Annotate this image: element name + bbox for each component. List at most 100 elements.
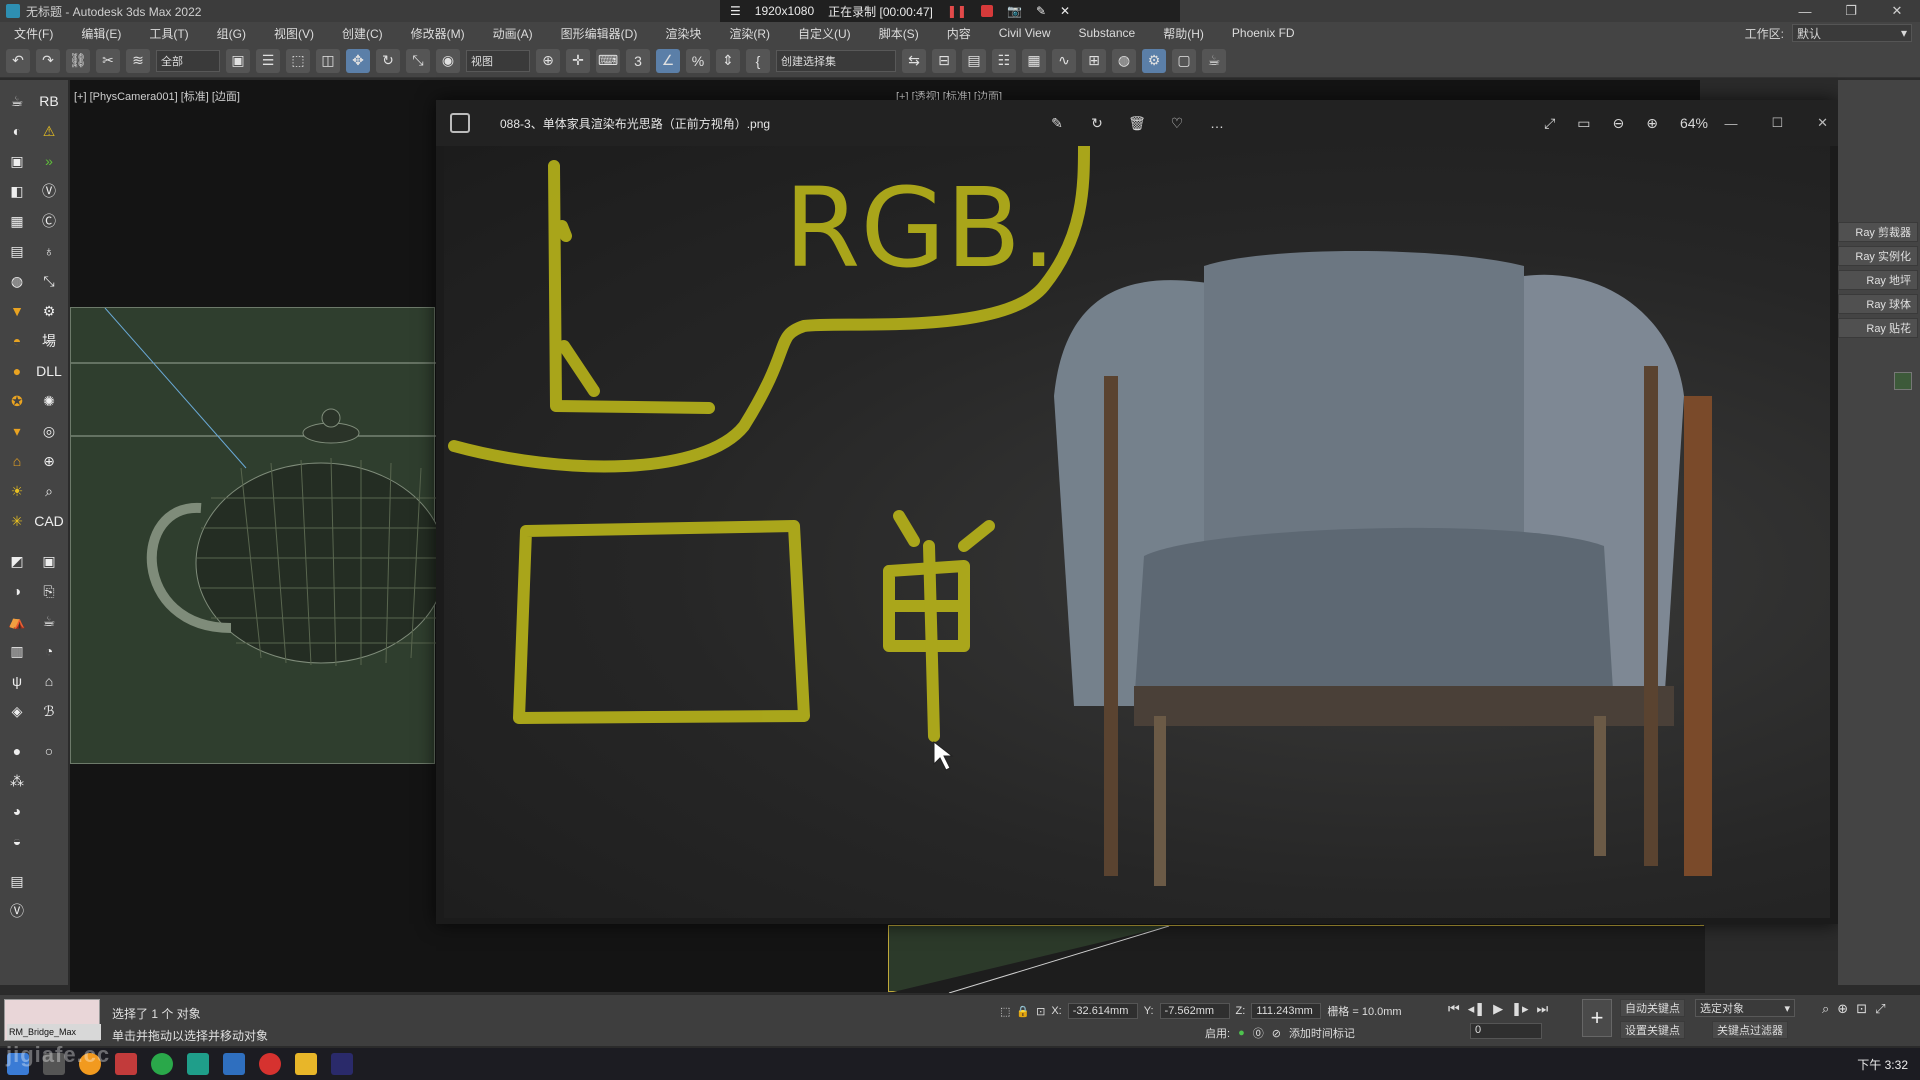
perspective-viewport-floor[interactable] [888,925,1705,994]
vray-instancer-item[interactable]: Ray 实例化 [1838,246,1918,266]
zoom-nav-icon[interactable]: ⌕ [1822,1001,1829,1017]
percent-snap-icon[interactable]: % [686,48,710,73]
next-frame-icon[interactable]: ❚▸ [1511,1001,1528,1017]
menu-content[interactable]: 内容 [933,25,985,42]
bulb-icon[interactable]: ♁ [36,238,62,264]
globe-icon[interactable]: ◐ [4,118,30,144]
viewer-close-icon[interactable]: ✕ [1817,115,1828,131]
maxscript-listener[interactable]: RM_Bridge_Max [4,999,101,1041]
double-chevron-icon[interactable]: » [36,148,62,174]
material-ball-icon[interactable]: ● [4,738,30,764]
vray-decal-item[interactable]: Ray 贴花 [1838,318,1918,338]
select-object-icon[interactable]: ▣ [226,48,250,73]
goto-end-icon[interactable]: ⏭ [1537,1001,1549,1017]
rendered-frame-icon[interactable]: ▢ [1172,48,1196,73]
menu-create[interactable]: 创建(C) [328,25,397,42]
recorder-icon[interactable] [259,1053,281,1075]
favorite-heart-icon[interactable]: ♡ [1168,114,1186,132]
menu-customize[interactable]: 自定义(U) [784,25,865,42]
menu-tools[interactable]: 工具(T) [135,25,202,42]
keyboard-shortcut-icon[interactable]: ⌨ [596,48,620,73]
color-swatch[interactable] [1894,372,1912,390]
ribbon-icon[interactable]: ▦ [1022,48,1046,73]
enable-zero-icon[interactable]: ⓪ [1253,1025,1264,1041]
stop-record-icon[interactable] [980,5,993,17]
bind-spacewarp-icon[interactable]: ≋ [126,48,150,73]
zoom-in-icon[interactable]: ⊕ [1646,115,1658,132]
viewer-minimize-icon[interactable]: — [1724,116,1737,131]
render-frame-icon[interactable]: ▦ [4,208,30,234]
menu-edit[interactable]: 编辑(E) [67,25,135,42]
b-icon[interactable]: ℬ [36,698,62,724]
vray-sphere-item[interactable]: Ray 球体 [1838,294,1918,314]
proxy-icon[interactable]: ◩ [4,548,30,574]
box-icon[interactable]: ▣ [4,148,30,174]
undo-icon[interactable]: ↶ [6,48,30,73]
mirror-icon[interactable]: ⇆ [902,48,926,73]
menu-scripting[interactable]: 脚本(S) [865,25,933,42]
scale-icon[interactable]: ⤡ [406,48,430,73]
fullscreen-icon[interactable]: ⤢ [1544,115,1555,132]
zoom-all-icon[interactable]: ⊕ [1837,1001,1848,1017]
place-icon[interactable]: ◉ [436,48,460,73]
set-key-button[interactable]: 设置关键点 [1620,1021,1685,1039]
frame-icon[interactable]: ▣ [36,548,62,574]
rb-icon[interactable]: RB [36,88,62,114]
menu-animation[interactable]: 动画(A) [479,25,547,42]
field-icon[interactable]: 場 [36,328,62,354]
audition-icon[interactable] [331,1053,353,1075]
rotate-image-icon[interactable]: ↻ [1088,114,1106,132]
left-viewport-label[interactable]: [+] [PhysCamera001] [标准] [边面] [74,88,240,104]
vray-plane-item[interactable]: Ray 地坪 [1838,270,1918,290]
search-icon[interactable]: ⌕ [36,478,62,504]
maximize-viewport-icon[interactable]: ⤢ [1875,1001,1885,1017]
unlink-icon[interactable]: ✂ [96,48,120,73]
select-by-name-icon[interactable]: ☰ [256,48,280,73]
redo-icon[interactable]: ↷ [36,48,60,73]
aperture-icon[interactable]: ✺ [36,388,62,414]
add-time-tag[interactable]: 添加时间标记 [1289,1025,1355,1041]
scene-explorer-icon[interactable]: ▤ [962,48,986,73]
menu-civil-view[interactable]: Civil View [985,26,1065,40]
y-coord-field[interactable]: -7.562mm [1159,1003,1230,1019]
dll-icon[interactable]: DLL [36,358,62,384]
rectangle-region-icon[interactable]: ⬚ [286,48,310,73]
schematic-view-icon[interactable]: ⊞ [1082,48,1106,73]
spinner-snap-icon[interactable]: ⇕ [716,48,740,73]
actual-size-icon[interactable]: ▭ [1577,115,1590,132]
link-icon[interactable]: ⛓ [66,48,90,73]
multi-ball-icon[interactable]: ⁂ [4,768,30,794]
align-icon[interactable]: ⊟ [932,48,956,73]
white-ball-icon[interactable]: ○ [36,738,62,764]
material-editor-icon[interactable]: ◍ [1112,48,1136,73]
current-frame-field[interactable]: 0 [1470,1023,1542,1039]
home-icon[interactable]: ⌂ [36,668,62,694]
workspace-dropdown[interactable]: 默认 ▾ [1792,24,1912,42]
angle-snap-icon[interactable]: ∠ [656,48,680,73]
menu-modifiers[interactable]: 修改器(M) [397,25,479,42]
file-explorer-icon[interactable] [295,1053,317,1075]
menu-views[interactable]: 视图(V) [260,25,328,42]
pause-icon[interactable]: ❚❚ [947,4,967,18]
minimize-icon[interactable]: — [1782,0,1828,22]
menu-file[interactable]: 文件(F) [0,25,67,42]
settings-circle-icon[interactable]: ⚙ [36,298,62,324]
set-key-plus-button[interactable]: + [1582,999,1612,1037]
camera-icon[interactable]: 📷 [1007,4,1022,18]
bell-icon[interactable]: ◔ [36,638,62,664]
lamp-icon[interactable]: ▼ [4,298,30,324]
grid-sphere-icon[interactable]: ⊕ [36,448,62,474]
pen-icon[interactable]: ✎ [1036,4,1046,18]
snap-3d-icon[interactable]: 3 [626,48,650,73]
app-red-icon[interactable] [115,1053,137,1075]
absolute-mode-icon[interactable]: ⊡ [1036,1005,1045,1018]
auto-key-button[interactable]: 自动关键点 [1620,999,1685,1017]
edit-named-selection-icon[interactable]: { [746,48,770,73]
c-icon[interactable]: Ⓒ [36,208,62,234]
wechat-icon[interactable] [151,1053,173,1075]
reference-coord-dropdown[interactable]: 视图 [466,49,530,72]
vray-icon[interactable]: Ⓥ [4,898,30,924]
window-crossing-icon[interactable]: ◫ [316,48,340,73]
time-tag-icon[interactable]: ⊘ [1272,1027,1281,1040]
menu-help[interactable]: 帮助(H) [1149,25,1218,42]
